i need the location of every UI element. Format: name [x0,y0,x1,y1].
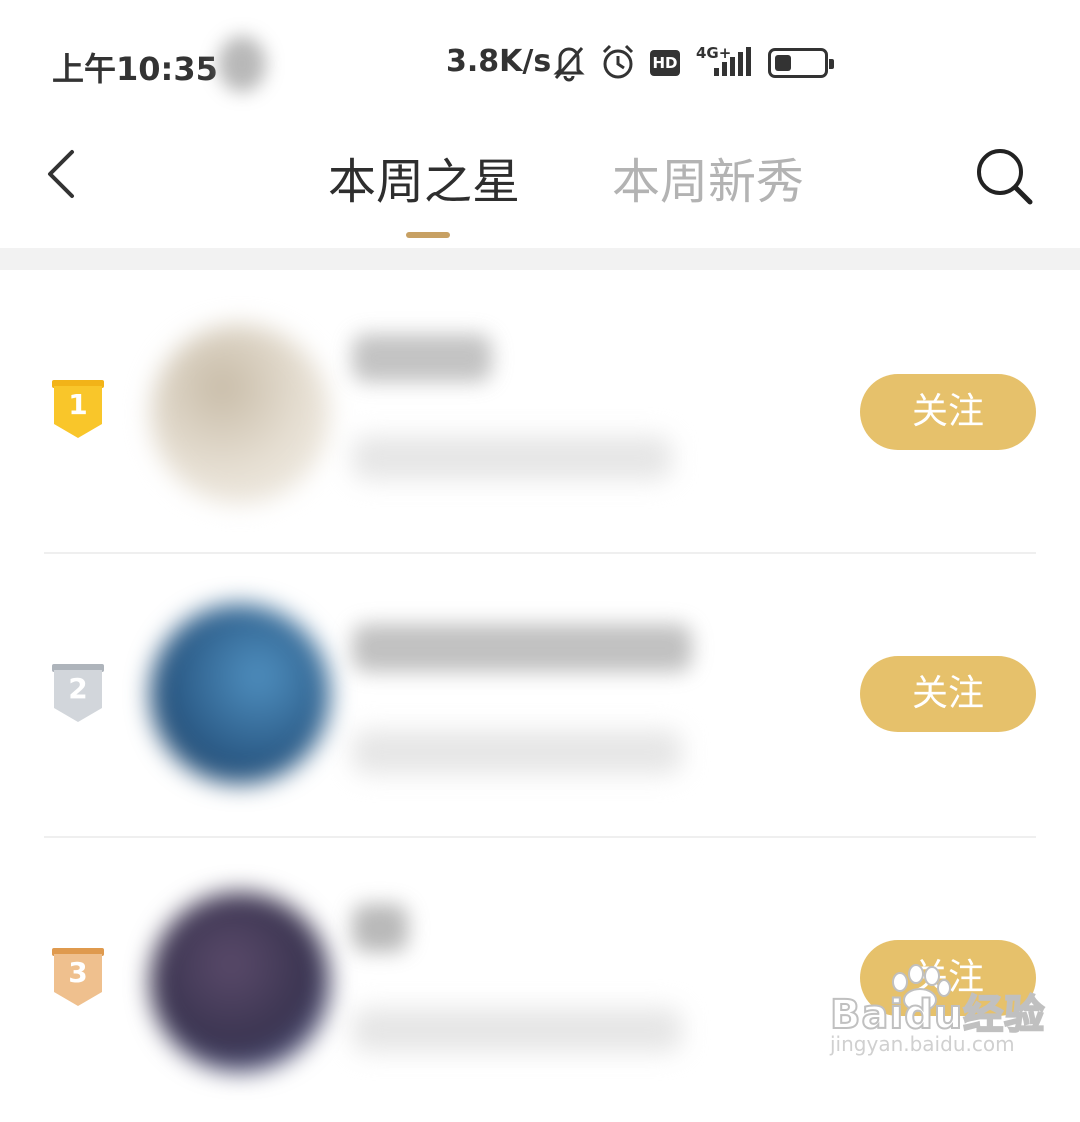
user-description [352,436,672,480]
user-description [352,1008,682,1052]
blurred-notification-icon [218,36,266,92]
avatar[interactable] [150,604,330,784]
list-item[interactable]: 2 关注 [0,554,1080,838]
list-item[interactable]: 1 关注 [0,270,1080,554]
watermark-url: jingyan.baidu.com [830,1032,1015,1056]
rank-number: 1 [68,388,88,421]
bell-muted-icon [553,47,585,82]
hd-icon: HD [650,50,680,76]
search-icon[interactable] [972,144,1036,208]
gold-medal-icon: 1 [50,378,106,440]
tab-weekly-star[interactable]: 本周之星 [328,142,520,212]
battery-level [775,55,791,71]
bronze-medal-icon: 3 [50,946,106,1008]
follow-button[interactable]: 关注 [860,656,1036,732]
top-nav: 本周之星 本周新秀 [0,120,1080,248]
alarm-icon [602,44,634,79]
status-time: 上午10:35 [52,50,218,88]
username [352,904,408,952]
status-bar: 上午10:35 3.8K/s HD 4G+ [0,0,1080,120]
silver-medal-icon: 2 [50,662,106,724]
signal-icon [714,47,751,76]
network-speed: 3.8K/s [446,44,552,79]
active-tab-indicator [406,232,450,238]
back-icon[interactable] [40,144,90,204]
avatar[interactable] [150,324,330,504]
tab-weekly-newcomer[interactable]: 本周新秀 [612,142,804,212]
baidu-watermark: Baidu经验 jingyan.baidu.com [826,958,1056,1068]
follow-button[interactable]: 关注 [860,374,1036,450]
user-description [352,730,682,774]
avatar[interactable] [150,892,330,1072]
username [352,334,492,382]
section-divider [0,248,1080,270]
username [352,624,692,672]
rank-number: 2 [68,672,88,705]
rank-number: 3 [68,956,88,989]
battery-icon [768,48,834,78]
